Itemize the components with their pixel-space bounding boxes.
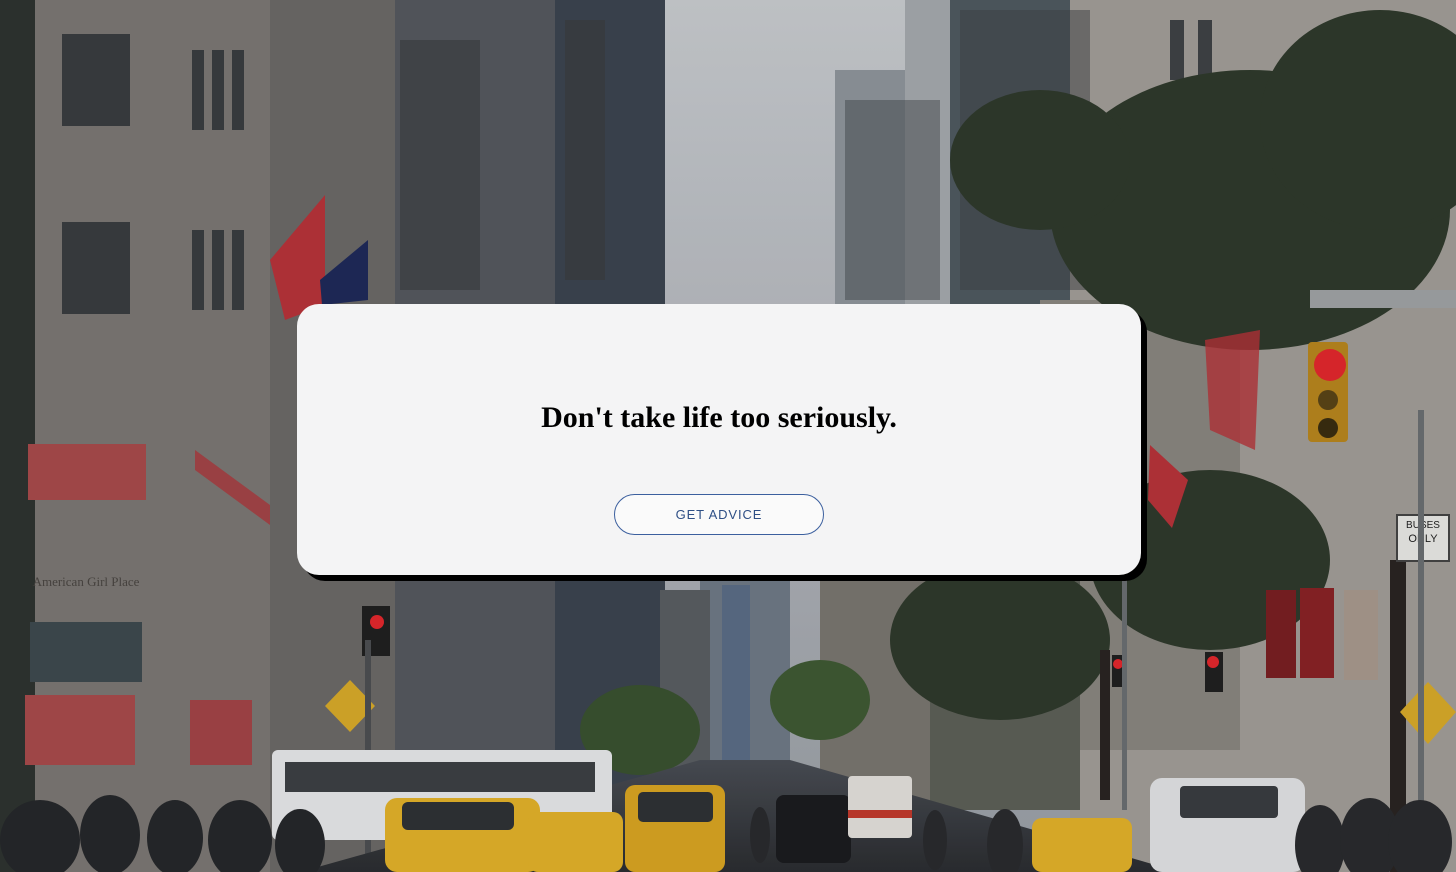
get-advice-button[interactable]: GET ADVICE <box>614 494 824 535</box>
advice-text: Don't take life too seriously. <box>541 401 897 434</box>
advice-card: Don't take life too seriously. GET ADVIC… <box>297 304 1141 575</box>
